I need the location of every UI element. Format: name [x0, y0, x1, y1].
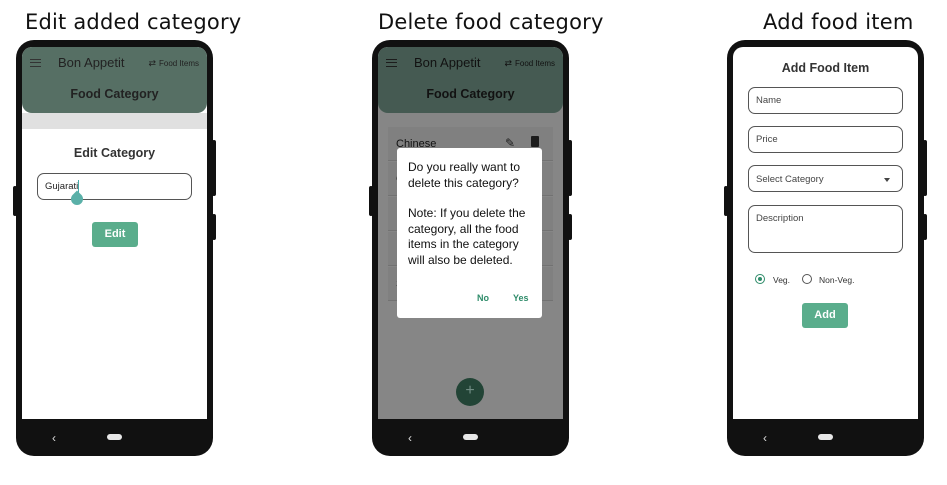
- edit-category-dialog: Edit Category Gujarati Edit: [22, 129, 207, 419]
- nav-bar: ‹: [727, 419, 924, 456]
- food-items-label: Food Items: [158, 59, 199, 68]
- caption-add: Add food item: [763, 10, 914, 34]
- caption-edit: Edit added category: [25, 10, 242, 34]
- phone-delete: Bon Appetit ⇄ Food Items Food Category C…: [369, 40, 572, 456]
- page-title: Food Category: [70, 87, 159, 101]
- edit-button[interactable]: Edit: [92, 222, 138, 247]
- description-placeholder: Description: [756, 213, 804, 224]
- yes-button[interactable]: Yes: [513, 293, 529, 303]
- nonveg-label: Non-Veg.: [819, 275, 855, 285]
- name-input[interactable]: Name: [748, 87, 903, 114]
- add-button[interactable]: Add: [802, 303, 848, 328]
- nav-home-icon[interactable]: [107, 434, 122, 440]
- caption-delete: Delete food category: [378, 10, 604, 34]
- price-input[interactable]: Price: [748, 126, 903, 153]
- category-placeholder: Select Category: [756, 174, 824, 185]
- nav-bar: ‹: [372, 419, 569, 456]
- nonveg-radio[interactable]: [802, 274, 812, 284]
- phone-add: Add Food Item Name Price Select Category…: [724, 40, 927, 456]
- phone-edit: Bon Appetit ⇄ Food Items Food Category E…: [13, 40, 216, 456]
- dialog-note: Note: If you delete the category, all th…: [408, 206, 526, 267]
- name-placeholder: Name: [756, 95, 782, 106]
- no-button[interactable]: No: [477, 293, 489, 303]
- category-select[interactable]: Select Category: [748, 165, 903, 192]
- nav-back-icon[interactable]: ‹: [52, 431, 56, 445]
- nav-home-icon[interactable]: [818, 434, 833, 440]
- nav-bar: ‹: [16, 419, 213, 456]
- swap-icon: ⇄: [148, 58, 156, 68]
- dropdown-arrow-icon: [884, 178, 890, 182]
- dialog-message: Do you really want to delete this catego…: [408, 160, 521, 190]
- nav-back-icon[interactable]: ‹: [408, 431, 412, 445]
- screen-edit: Bon Appetit ⇄ Food Items Food Category E…: [22, 47, 207, 419]
- food-items-link[interactable]: ⇄ Food Items: [148, 58, 199, 69]
- category-name-input[interactable]: Gujarati: [37, 173, 192, 200]
- menu-icon[interactable]: [30, 59, 41, 67]
- veg-label: Veg.: [773, 275, 791, 285]
- veg-radio[interactable]: [755, 274, 765, 284]
- delete-confirm-dialog: Do you really want to delete this catego…: [397, 148, 542, 318]
- dim-overlay: [22, 113, 207, 129]
- add-food-title: Add Food Item: [781, 61, 870, 75]
- price-placeholder: Price: [756, 134, 778, 145]
- screen-add: Add Food Item Name Price Select Category…: [733, 47, 918, 419]
- veg-radio-dot: [757, 276, 762, 281]
- category-name-value: Gujarati: [45, 181, 79, 192]
- nav-home-icon[interactable]: [463, 434, 478, 440]
- app-bar: Bon Appetit ⇄ Food Items Food Category: [22, 47, 207, 113]
- screen-delete: Bon Appetit ⇄ Food Items Food Category C…: [378, 47, 563, 419]
- description-input[interactable]: Description: [748, 205, 903, 253]
- dialog-title: Edit Category: [73, 146, 156, 160]
- nav-back-icon[interactable]: ‹: [763, 431, 767, 445]
- app-title: Bon Appetit: [58, 55, 125, 70]
